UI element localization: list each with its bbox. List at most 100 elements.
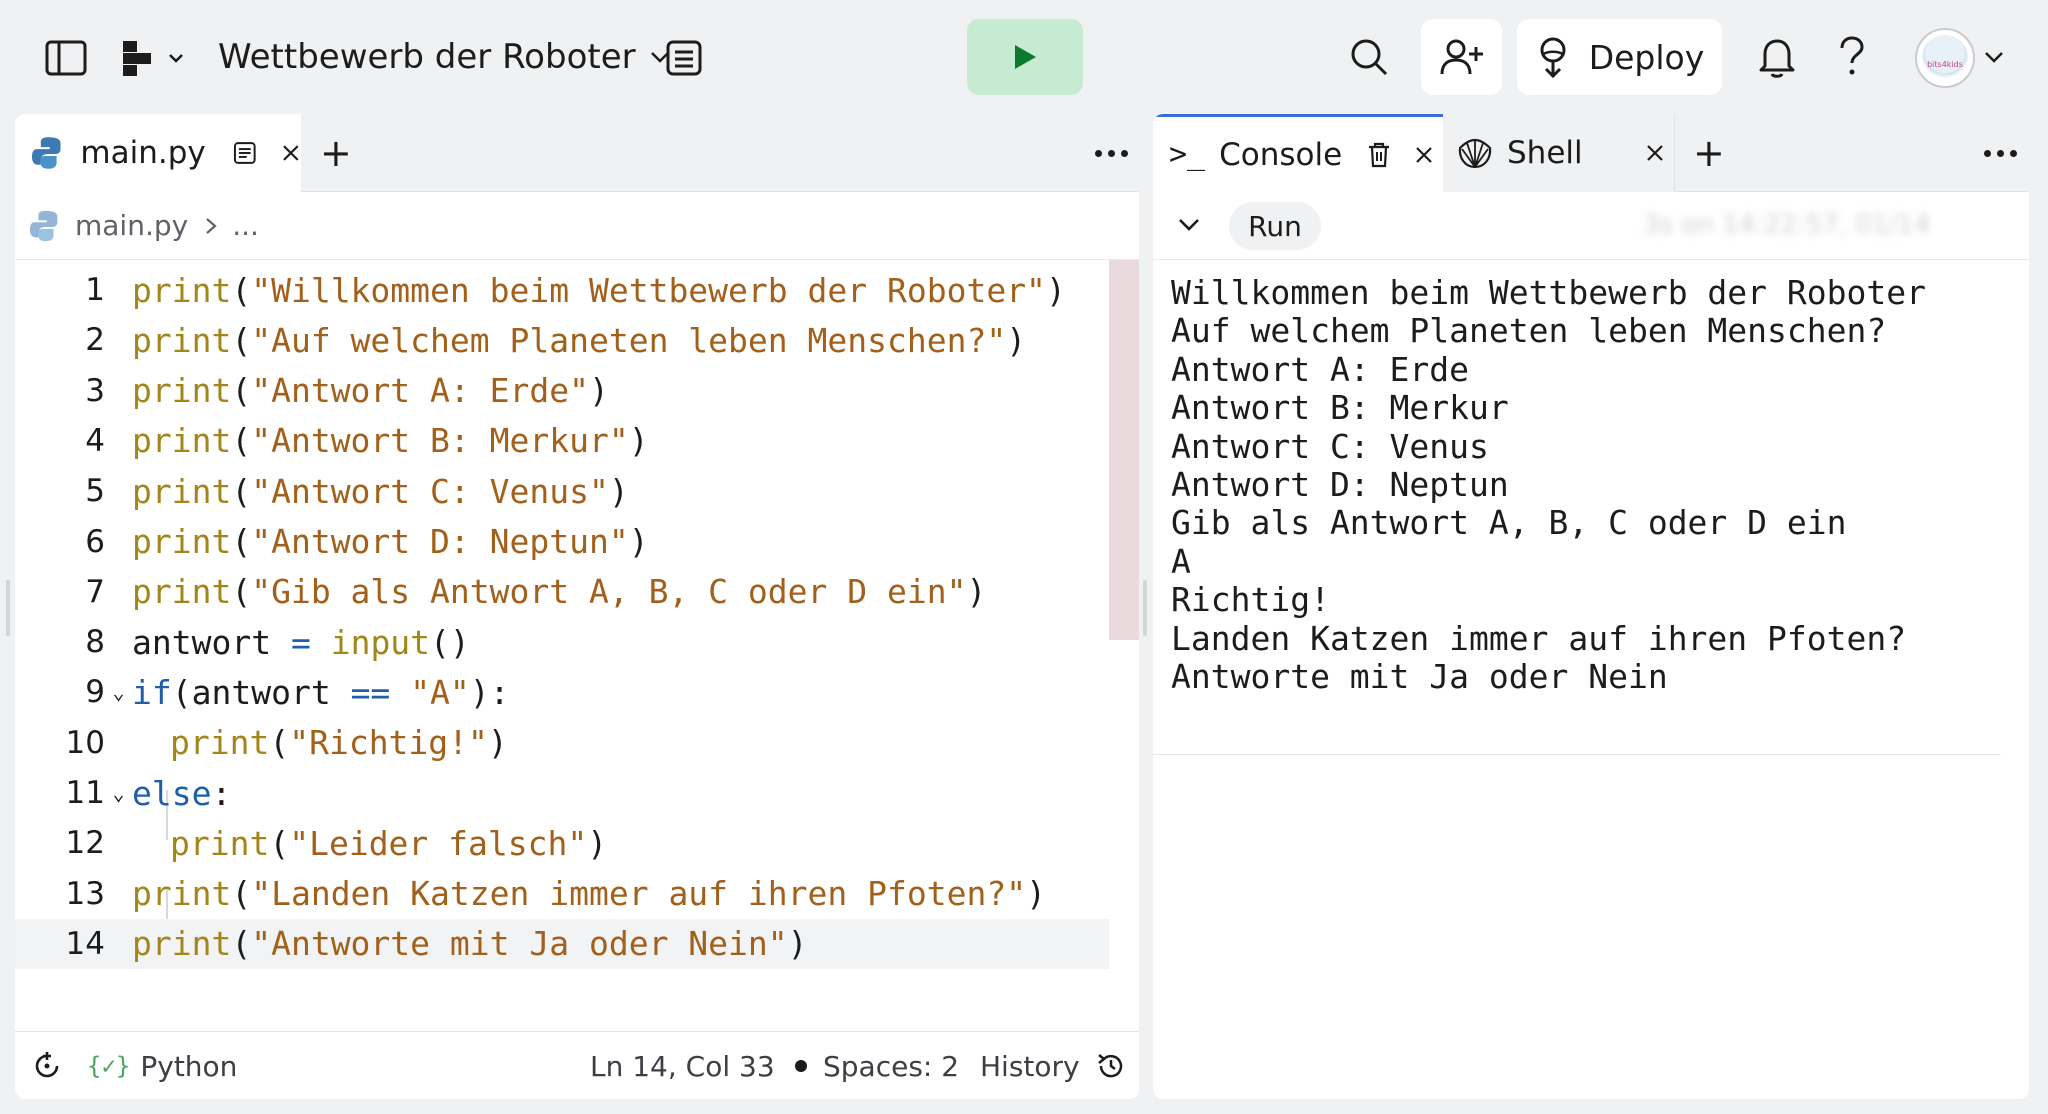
tab-main-py[interactable]: main.py xyxy=(15,114,301,192)
code-line[interactable]: 10 print("Richtig!") xyxy=(15,718,1109,768)
code-text: antwort = input() xyxy=(132,622,470,662)
avatar-text: bits4kids xyxy=(1927,60,1963,69)
console-divider xyxy=(1153,754,2001,755)
tab-console-label: Console xyxy=(1219,136,1343,173)
language-indicator[interactable]: {✓} Python xyxy=(87,1032,237,1099)
console-output[interactable]: Willkommen beim Wettbewerb der Roboter Au… xyxy=(1171,273,1926,696)
new-tab-plus-icon[interactable]: + xyxy=(1693,134,1725,172)
help-icon[interactable] xyxy=(1834,34,1870,80)
console-panel: >_ Console Shell + Run 3s on 14:22:57, 0… xyxy=(1153,114,2029,1099)
code-line[interactable]: 13 print("Landen Katzen immer auf ihren P… xyxy=(15,869,1109,919)
tab-shell[interactable]: Shell xyxy=(1443,114,1675,192)
editor-panel: main.py + main.py ... 1 print("Willkommen… xyxy=(15,114,1139,1099)
code-line[interactable]: 7 print("Gib als Antwort A, B, C oder D e… xyxy=(15,567,1109,617)
fold-chevron-icon[interactable]: ⌄ xyxy=(105,781,132,805)
cursor-position[interactable]: Ln 14, Col 33 xyxy=(590,1032,775,1099)
avatar-logo: bits4kids xyxy=(1922,35,1968,81)
tab-shell-label: Shell xyxy=(1507,135,1583,171)
avatar[interactable]: bits4kids xyxy=(1915,28,1975,88)
line-number: 13 xyxy=(65,875,105,912)
search-icon[interactable] xyxy=(1346,34,1392,80)
console-output-line: Landen Katzen immer auf ihren Pfoten? xyxy=(1171,618,1907,658)
editor-tab-bar: main.py + xyxy=(15,114,1139,192)
add-user-icon xyxy=(1440,39,1483,75)
close-icon[interactable] xyxy=(1645,143,1665,163)
tab-console[interactable]: >_ Console xyxy=(1153,114,1443,192)
trash-icon[interactable] xyxy=(1366,141,1392,169)
chevron-down-icon[interactable] xyxy=(1177,216,1201,234)
breadcrumb-more[interactable]: ... xyxy=(232,209,259,242)
left-resize-handle[interactable] xyxy=(6,580,10,636)
more-options-icon[interactable] xyxy=(1984,150,2017,157)
terminal-prompt-icon: >_ xyxy=(1169,137,1206,172)
editor-status-bar: {✓} Python Ln 14, Col 33 Spaces: 2 Histo… xyxy=(15,1031,1139,1099)
code-line[interactable]: 5 print("Antwort C: Venus") xyxy=(15,466,1109,516)
console-output-line: Antwort A: Erde xyxy=(1171,349,1470,389)
run-button[interactable] xyxy=(967,19,1083,95)
history-label: History xyxy=(980,1049,1080,1083)
run-chip[interactable]: Run xyxy=(1229,202,1321,250)
fold-chevron-icon[interactable]: ⌄ xyxy=(105,680,132,704)
code-text: print("Antworte mit Ja oder Nein") xyxy=(132,924,808,964)
repl-info-icon[interactable] xyxy=(662,36,706,80)
code-line[interactable]: 1 print("Willkommen beim Wettbewerb der R… xyxy=(15,265,1109,315)
code-line[interactable]: 2 print("Auf welchem Planeten leben Mensc… xyxy=(15,315,1109,365)
lsp-check-icon: {✓} xyxy=(87,1052,131,1080)
console-output-line: Antwort B: Merkur xyxy=(1171,388,1509,428)
console-output-line: Antwort C: Venus xyxy=(1171,426,1489,466)
code-line[interactable]: 9 ⌄ if(antwort == "A"): xyxy=(15,667,1109,717)
code-line[interactable]: 14 print("Antworte mit Ja oder Nein") xyxy=(15,918,1109,969)
close-icon[interactable] xyxy=(281,143,301,163)
shell-icon xyxy=(1458,138,1492,169)
deploy-label: Deploy xyxy=(1588,37,1705,77)
console-output-line: Willkommen beim Wettbewerb der Roboter xyxy=(1171,273,1926,312)
code-line[interactable]: 12 print("Leider falsch") xyxy=(15,818,1109,868)
code-line[interactable]: 6 print("Antwort D: Neptun") xyxy=(15,517,1109,567)
code-text: print("Antwort A: Erde") xyxy=(132,371,609,411)
console-output-line: Gib als Antwort A, B, C oder D ein xyxy=(1171,503,1847,543)
console-output-line: Antwort D: Neptun xyxy=(1171,465,1509,505)
editor-scrollbar[interactable] xyxy=(1109,260,1139,640)
console-tab-bar: >_ Console Shell + xyxy=(1153,114,2029,192)
invite-button[interactable] xyxy=(1421,19,1502,95)
chevron-down-icon[interactable] xyxy=(1982,48,2006,66)
language-label: Python xyxy=(140,1049,238,1083)
ai-assist-icon[interactable] xyxy=(31,1032,63,1099)
code-text: print("Leider falsch") xyxy=(170,823,608,863)
console-run-header: Run 3s on 14:22:57, 01/14 xyxy=(1153,192,2029,260)
deploy-icon xyxy=(1540,37,1566,78)
code-text: print("Gib als Antwort A, B, C oder D ei… xyxy=(132,572,987,612)
code-editor[interactable]: 1 print("Willkommen beim Wettbewerb der R… xyxy=(15,260,1139,1020)
console-output-line: Auf welchem Planeten leben Menschen? xyxy=(1171,311,1887,351)
history-button[interactable]: History xyxy=(980,1032,1126,1099)
line-number: 7 xyxy=(85,573,105,610)
repl-title: Wettbewerb der Roboter xyxy=(218,37,636,77)
history-icon xyxy=(1097,1054,1122,1078)
new-tab-plus-icon[interactable]: + xyxy=(320,134,352,172)
code-text: print("Antwort B: Merkur") xyxy=(132,421,649,461)
replit-logo-menu-icon[interactable] xyxy=(120,36,190,80)
close-icon[interactable] xyxy=(1414,145,1434,165)
repl-title-dropdown[interactable]: Wettbewerb der Roboter xyxy=(218,32,670,82)
chevron-right-icon xyxy=(206,217,217,234)
code-text: print("Richtig!") xyxy=(170,723,508,763)
panel-resize-handle[interactable] xyxy=(1143,580,1147,636)
indentation-setting[interactable]: Spaces: 2 xyxy=(795,1032,959,1099)
deploy-button[interactable]: Deploy xyxy=(1517,19,1722,95)
sidebar-toggle-icon[interactable] xyxy=(44,36,88,80)
line-number: 11 xyxy=(65,775,105,811)
code-line[interactable]: 8 antwort = input() xyxy=(15,617,1109,667)
bell-icon[interactable] xyxy=(1755,34,1799,80)
code-line[interactable]: 3 print("Antwort A: Erde") xyxy=(15,366,1109,416)
more-options-icon[interactable] xyxy=(1095,150,1128,157)
code-line[interactable]: 11 ⌄ else: xyxy=(15,768,1109,818)
line-number: 14 xyxy=(65,925,105,962)
line-number: 12 xyxy=(65,825,105,862)
code-line[interactable]: 4 print("Antwort B: Merkur") xyxy=(15,416,1109,466)
file-outline-icon[interactable] xyxy=(232,140,258,166)
breadcrumb-file[interactable]: main.py xyxy=(75,209,188,242)
line-number: 6 xyxy=(85,523,105,560)
tab-label: main.py xyxy=(80,135,206,171)
console-output-line: A xyxy=(1171,541,1191,581)
line-number: 10 xyxy=(65,724,105,761)
